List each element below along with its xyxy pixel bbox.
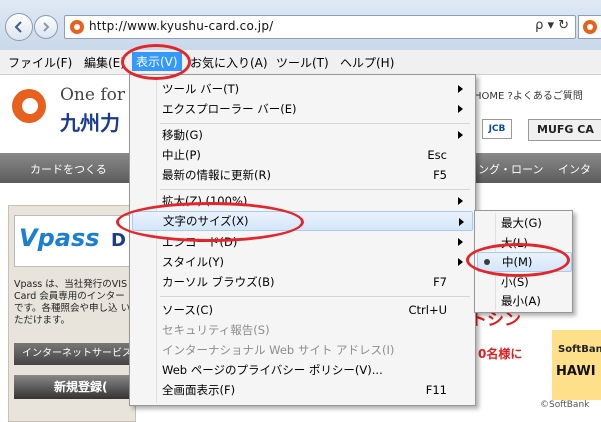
menu-item-label: セキュリティ報告(S) — [162, 323, 270, 337]
text-size-smallest[interactable]: 最小(A) — [477, 291, 570, 311]
submenu-arrow-icon — [458, 131, 463, 139]
logo-tagline: One for — [60, 85, 126, 105]
submenu-item-label: 最小(A) — [501, 294, 541, 308]
menu-file[interactable]: ファイル(F) — [8, 54, 72, 71]
mufg-card-link[interactable]: MUFG CA — [528, 119, 601, 141]
menu-item-label: 中止(P) — [162, 148, 201, 162]
menu-item-label: Web ページのプライバシー ポリシー(V)... — [162, 363, 383, 377]
menu-item-privacy-policy[interactable]: Web ページのプライバシー ポリシー(V)... — [132, 360, 471, 380]
menu-item-refresh[interactable]: 最新の情報に更新(R) F5 — [132, 165, 471, 185]
menu-help[interactable]: ヘルプ(H) — [340, 54, 394, 71]
menu-item-full-screen[interactable]: 全画面表示(F) F11 — [132, 380, 471, 400]
forward-arrow-icon — [43, 22, 50, 32]
menu-item-label: 全画面表示(F) — [162, 383, 236, 397]
brand-logo-icon — [12, 89, 46, 123]
register-button[interactable]: 新規登録( — [14, 375, 134, 399]
menu-item-international-address: インターナショナル Web サイト アドレス(I) — [132, 340, 471, 360]
submenu-arrow-icon — [458, 197, 463, 205]
internet-service-button[interactable]: インターネットサービス — [14, 343, 134, 365]
highlight-ellipse-medium — [466, 243, 570, 277]
menu-item-label: スタイル(Y) — [162, 255, 224, 269]
hawks-line1: SoftBan — [558, 344, 601, 355]
submenu-arrow-icon — [459, 218, 464, 226]
submenu-arrow-icon — [458, 258, 463, 266]
hawks-line2: HAWI — [556, 364, 596, 379]
menu-separator — [160, 189, 470, 190]
browser-address-row: http://www.kyushu-card.co.jp/ ρ ▾ ↻ — [0, 0, 601, 51]
menu-item-shortcut: Esc — [427, 148, 447, 162]
back-button[interactable] — [5, 13, 33, 41]
nav-internet[interactable]: インター — [558, 161, 601, 193]
submenu-arrow-icon — [458, 238, 463, 246]
header-links[interactable]: HOME ?よくあるご質問 — [474, 87, 583, 102]
menu-bar: ファイル(F) 編集(E) 表示(V) お気に入り(A) ツール(T) ヘルプ(… — [0, 50, 601, 75]
search-refresh-icons[interactable]: ρ ▾ ↻ — [535, 18, 569, 33]
copyright-credit: ©SoftBank — [540, 400, 590, 410]
vpass-description: Vpass は、当社発行のVIS Card 会員専用のインター です。各種照会や… — [14, 279, 131, 326]
address-bar[interactable]: http://www.kyushu-card.co.jp/ ρ ▾ ↻ — [64, 15, 576, 39]
menu-item-label: 移動(G) — [162, 128, 203, 142]
menu-edit[interactable]: 編集(E) — [84, 54, 125, 71]
menu-item-toolbars[interactable]: ツール バー(T) — [132, 79, 471, 99]
menu-item-shortcut: F5 — [433, 168, 447, 182]
vpass-banner[interactable]: Vpass D — [14, 215, 132, 267]
submenu-arrow-icon — [458, 85, 463, 93]
menu-item-caret-browsing[interactable]: カーソル ブラウズ(B) F7 — [132, 272, 471, 292]
menu-item-source[interactable]: ソース(C) Ctrl+U — [132, 300, 471, 320]
promo-subtext: 0名様に — [478, 347, 523, 361]
back-arrow-icon — [14, 21, 22, 33]
menu-item-security-report: セキュリティ報告(S) — [132, 320, 471, 340]
highlight-ellipse-text-size — [116, 202, 304, 242]
menu-item-label: ソース(C) — [162, 303, 213, 317]
menu-item-label: ツール バー(T) — [162, 82, 240, 96]
jcb-card-link[interactable]: JCB — [482, 119, 512, 139]
menu-favorites[interactable]: お気に入り(A) — [190, 54, 268, 71]
site-favicon-icon — [70, 20, 84, 34]
menu-item-label: エクスプローラー バー(E) — [162, 102, 297, 116]
tab-favicon-icon — [583, 20, 597, 34]
menu-item-explorer-bars[interactable]: エクスプローラー バー(E) — [132, 99, 471, 119]
nav-loan[interactable]: ング・ローン — [478, 161, 543, 177]
text-size-largest[interactable]: 最大(G) — [477, 213, 570, 233]
menu-item-stop[interactable]: 中止(P) Esc — [132, 145, 471, 165]
vpass-logo: Vpass — [19, 224, 100, 252]
highlight-ellipse-view-menu — [121, 44, 191, 80]
menu-item-shortcut: Ctrl+U — [408, 303, 447, 317]
submenu-item-label: 最大(G) — [501, 216, 542, 230]
menu-item-shortcut: F11 — [425, 383, 447, 397]
menu-item-label: カーソル ブラウズ(B) — [162, 275, 275, 289]
menu-separator — [160, 123, 470, 124]
menu-item-label: 最新の情報に更新(R) — [162, 168, 271, 182]
forward-button[interactable] — [34, 15, 58, 39]
menu-item-label: インターナショナル Web サイト アドレス(I) — [162, 343, 395, 357]
vpass-suffix: D — [111, 230, 126, 251]
submenu-arrow-icon — [458, 105, 463, 113]
nav-apply[interactable]: カードをつくる — [30, 161, 107, 177]
url-text[interactable]: http://www.kyushu-card.co.jp/ — [89, 19, 273, 33]
menu-item-shortcut: F7 — [433, 275, 447, 289]
browser-tab[interactable] — [578, 15, 601, 39]
logo-name: 九州力 — [60, 111, 120, 135]
menu-item-go-to[interactable]: 移動(G) — [132, 125, 471, 145]
menu-item-style[interactable]: スタイル(Y) — [132, 252, 471, 272]
hawks-banner[interactable]: SoftBan HAWI — [552, 330, 601, 400]
menu-tools[interactable]: ツール(T) — [276, 54, 329, 71]
menu-separator — [160, 296, 470, 297]
